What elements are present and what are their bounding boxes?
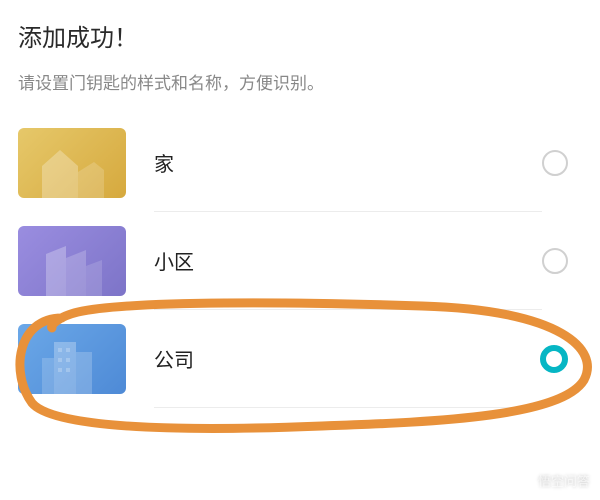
- watermark: 悟空问答: [518, 471, 590, 490]
- watermark-text: 悟空问答: [538, 471, 590, 490]
- card-community: [18, 226, 126, 296]
- radio-home[interactable]: [542, 150, 568, 176]
- option-label-community: 小区: [154, 246, 194, 275]
- option-row-community[interactable]: 小区: [18, 212, 582, 310]
- label-col: 公司: [154, 310, 540, 408]
- page-title: 添加成功！: [18, 18, 582, 53]
- house-icon: [32, 142, 112, 198]
- label-col: 家: [154, 114, 542, 212]
- page-subtitle: 请设置门钥匙的样式和名称，方便识别。: [18, 69, 582, 94]
- office-building-icon: [32, 338, 112, 394]
- option-row-home[interactable]: 家: [18, 114, 582, 212]
- option-label-home: 家: [154, 148, 174, 177]
- option-row-company[interactable]: 公司: [18, 310, 582, 408]
- watermark-icon: [518, 473, 534, 489]
- card-home: [18, 128, 126, 198]
- buildings-icon: [32, 240, 112, 296]
- option-label-company: 公司: [154, 344, 194, 373]
- page-container: 添加成功！ 请设置门钥匙的样式和名称，方便识别。 家 小区: [0, 0, 600, 408]
- card-company: [18, 324, 126, 394]
- radio-company[interactable]: [540, 345, 568, 373]
- label-col: 小区: [154, 212, 542, 310]
- radio-community[interactable]: [542, 248, 568, 274]
